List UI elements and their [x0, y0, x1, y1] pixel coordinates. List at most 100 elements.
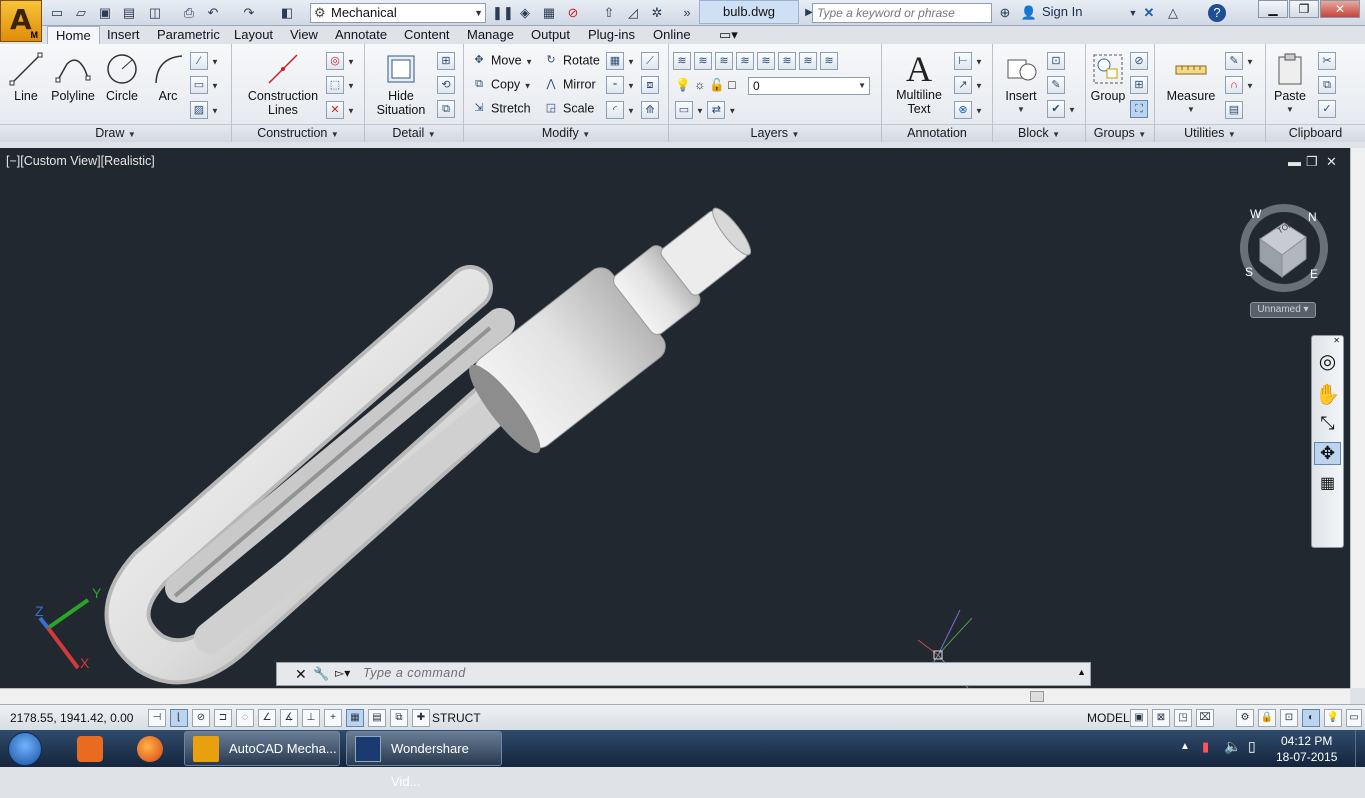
- zoom-extents-icon[interactable]: ⤡: [1312, 413, 1343, 434]
- break-icon[interactable]: ⁃ ▼ ⧈: [606, 76, 662, 95]
- binoculars-icon[interactable]: ⊕: [996, 4, 1014, 22]
- annotation-scale-icon[interactable]: ◳: [1174, 709, 1192, 727]
- plot-preview-icon[interactable]: ◫: [146, 4, 164, 22]
- named-view-dropdown[interactable]: Unnamed ▾: [1250, 302, 1316, 318]
- clipboard-panel-title[interactable]: Clipboard: [1266, 124, 1365, 142]
- dimension-icon[interactable]: ⊢ ▼: [954, 52, 983, 70]
- workspace-gear-icon[interactable]: ⚙: [1236, 709, 1254, 727]
- more-icon[interactable]: »: [678, 4, 696, 22]
- group-edit-icon[interactable]: ⊞: [1130, 76, 1151, 94]
- layer-icon[interactable]: ◈: [516, 4, 534, 22]
- undo-icon[interactable]: ↶: [204, 4, 222, 22]
- windows-start-icon[interactable]: [8, 732, 42, 766]
- frame-icon[interactable]: ⬚ ▼: [326, 76, 355, 95]
- tab-view[interactable]: View: [290, 26, 318, 44]
- pan-status-icon[interactable]: ⌧: [1196, 709, 1214, 727]
- lock-icon[interactable]: 🔓: [709, 78, 725, 92]
- ducs-icon[interactable]: ⊥: [302, 709, 320, 727]
- upload-icon[interactable]: ⇧: [600, 4, 618, 22]
- rotate-button[interactable]: ↻ Rotate: [542, 52, 599, 70]
- tab-layout[interactable]: Layout: [234, 26, 273, 44]
- match-properties-icon[interactable]: ✓: [1318, 100, 1339, 118]
- orbit-icon[interactable]: ✥: [1314, 442, 1341, 465]
- taskbar-autocad[interactable]: AutoCAD Mecha...: [184, 731, 340, 766]
- showmotion-icon[interactable]: ▦: [1312, 473, 1343, 493]
- vertical-scrollbar[interactable]: [1350, 148, 1365, 688]
- make-current-icon[interactable]: ▭: [675, 101, 693, 119]
- exchange-icon[interactable]: ✕: [1140, 4, 1158, 22]
- detail-view-icon[interactable]: ⊞: [437, 52, 458, 70]
- leader-icon[interactable]: ↗ ▼: [954, 76, 983, 95]
- modify-panel-title[interactable]: Modify ▼: [464, 124, 668, 142]
- print-icon[interactable]: ⎙: [180, 4, 198, 22]
- restore-button[interactable]: ❐: [1289, 0, 1319, 18]
- measure-angle-icon[interactable]: ◿: [624, 4, 642, 22]
- tab-annotate[interactable]: Annotate: [335, 26, 387, 44]
- layer-match-icon[interactable]: ≋: [799, 52, 817, 70]
- attribute-icon[interactable]: ✔ ▼: [1047, 100, 1076, 118]
- arc-button[interactable]: Arc: [146, 52, 190, 103]
- polyline-button[interactable]: Polyline: [48, 52, 98, 103]
- copy-button[interactable]: ⧉ Copy ▼: [470, 76, 532, 94]
- rotate-view-icon[interactable]: ⟲: [437, 76, 458, 94]
- drawing-viewport[interactable]: [−][Custom View][Realistic] ▬ ❐ ✕ Z Y X …: [0, 148, 1350, 688]
- hardware-icon[interactable]: ⊡: [1280, 709, 1298, 727]
- user-icon[interactable]: 👤: [1020, 4, 1038, 22]
- coordinate-readout[interactable]: 2178.55, 1941.42, 0.00: [10, 711, 133, 725]
- tab-parametric[interactable]: Parametric: [157, 26, 220, 44]
- layers-panel-title[interactable]: Layers ▼: [669, 124, 881, 142]
- pause-icon[interactable]: ❚❚: [492, 4, 514, 22]
- compass-n[interactable]: N: [1308, 210, 1317, 224]
- fillet-icon[interactable]: ◜ ▼ ⟰: [606, 100, 662, 119]
- layer-lock-icon[interactable]: ≋: [778, 52, 796, 70]
- snap-icon[interactable]: ⌊: [170, 709, 188, 727]
- groups-panel-title[interactable]: Groups ▼: [1086, 124, 1154, 142]
- transparency-icon[interactable]: ▤: [368, 709, 386, 727]
- horizontal-scrollbar[interactable]: [0, 688, 1350, 704]
- tab-home[interactable]: Home: [47, 26, 100, 44]
- help-icon[interactable]: ?: [1208, 4, 1226, 22]
- move-button[interactable]: ✥ Move ▼: [470, 52, 533, 70]
- tab-content[interactable]: Content: [404, 26, 450, 44]
- multiline-text-button[interactable]: A Multiline Text: [890, 50, 948, 116]
- layer-properties-icon[interactable]: ≋: [673, 52, 691, 70]
- volume-icon[interactable]: 🔈: [1224, 738, 1241, 755]
- taskbar-wondershare[interactable]: Wondershare Vid...: [346, 731, 502, 789]
- utilities-panel-title[interactable]: Utilities ▼: [1155, 124, 1265, 142]
- a360-icon[interactable]: △: [1164, 4, 1182, 22]
- group-selection-icon[interactable]: ⛶: [1130, 100, 1151, 118]
- hide-situation-button[interactable]: Hide Situation: [371, 52, 431, 117]
- lineweight-icon[interactable]: ▦: [346, 709, 364, 727]
- line-button[interactable]: Line: [6, 52, 46, 103]
- layer-walk-icon[interactable]: ⇄: [707, 101, 726, 119]
- model-space-toggle[interactable]: MODEL: [1087, 711, 1130, 725]
- close-icon[interactable]: ✕: [295, 666, 307, 683]
- detail-panel-title[interactable]: Detail ▼: [365, 124, 463, 142]
- struct-toggle[interactable]: STRUCT: [432, 711, 481, 725]
- layer-off-icon[interactable]: ≋: [715, 52, 733, 70]
- tab-output[interactable]: Output: [531, 26, 570, 44]
- polar-icon[interactable]: ◌: [236, 709, 254, 727]
- tab-online[interactable]: Online: [653, 26, 691, 44]
- mirror-button[interactable]: ⋀ Mirror: [542, 76, 595, 94]
- search-input[interactable]: Type a keyword or phrase: [812, 3, 992, 23]
- layer-previous-icon[interactable]: ≋: [820, 52, 838, 70]
- ungroup-icon[interactable]: ⊘: [1130, 52, 1151, 70]
- wrench-icon[interactable]: 🔧: [313, 666, 329, 682]
- image-icon[interactable]: ▦: [540, 4, 558, 22]
- magnet-icon[interactable]: ∩ ▼: [1225, 76, 1254, 95]
- layout-icon[interactable]: ▣: [1130, 709, 1148, 727]
- lightbulb-icon[interactable]: 💡: [675, 78, 691, 92]
- tab-manage[interactable]: Manage: [467, 26, 514, 44]
- construction-line-icon[interactable]: ⁄ ▼: [190, 52, 219, 70]
- clean-screen-icon[interactable]: ▭: [1346, 709, 1362, 727]
- minimize-button[interactable]: ▁: [1258, 0, 1288, 18]
- scale-button[interactable]: ◲ Scale: [542, 100, 594, 118]
- navbar-close-icon[interactable]: ✕: [1312, 336, 1343, 345]
- command-line[interactable]: ✕ 🔧 ▻▾ Type a command ▲: [276, 662, 1091, 686]
- prompt-icon[interactable]: ▻▾: [335, 666, 350, 680]
- show-desktop-button[interactable]: [1355, 730, 1365, 767]
- compass-e[interactable]: E: [1310, 267, 1318, 281]
- ortho-icon[interactable]: ⊐: [214, 709, 232, 727]
- stretch-button[interactable]: ⇲ Stretch: [470, 100, 530, 118]
